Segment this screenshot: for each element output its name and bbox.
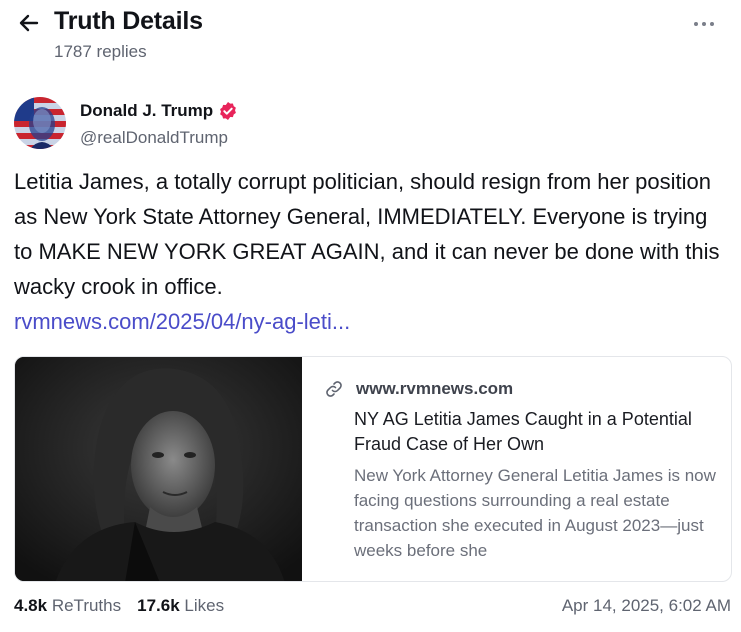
card-domain-row: www.rvmnews.com	[324, 379, 513, 399]
avatar-image	[14, 97, 66, 149]
retruths-label: ReTruths	[51, 596, 122, 615]
post-stats: 4.8k ReTruths 17.6k Likes	[14, 596, 240, 616]
author-name[interactable]: Donald J. Trump	[80, 101, 238, 121]
post-link[interactable]: rvmnews.com/2025/04/ny-ag-leti...	[14, 304, 350, 339]
back-button[interactable]	[14, 8, 44, 38]
likes-label: Likes	[184, 596, 225, 615]
card-description: New York Attorney General Letitia James …	[354, 466, 716, 560]
post-timestamp: Apr 14, 2025, 6:02 AM	[561, 596, 731, 615]
card-body: www.rvmnews.com NY AG Letitia James Caug…	[302, 357, 731, 581]
page-title: Truth Details	[54, 7, 203, 35]
likes-count: 17.6k	[137, 596, 180, 615]
link-preview-card[interactable]: www.rvmnews.com NY AG Letitia James Caug…	[14, 356, 732, 582]
link-icon	[326, 381, 342, 397]
card-domain: www.rvmnews.com	[356, 379, 514, 398]
reply-count: 1787 replies	[54, 42, 147, 61]
verified-badge-icon	[220, 102, 237, 120]
retruths-stat[interactable]: 4.8k ReTruths	[14, 596, 121, 616]
portrait-photo	[15, 357, 302, 581]
header: Truth Details 1787 replies	[0, 0, 741, 75]
arrow-left-icon	[19, 14, 39, 32]
truth-details-page: Truth Details 1787 replies Donald J. Tru…	[0, 0, 741, 632]
author-name-text: Donald J. Trump	[80, 101, 214, 120]
likes-stat[interactable]: 17.6k Likes	[137, 596, 224, 616]
retruths-count: 4.8k	[14, 596, 48, 615]
post-text: Letitia James, a totally corrupt politic…	[14, 169, 720, 299]
avatar[interactable]	[14, 97, 66, 149]
more-options-button[interactable]	[689, 10, 719, 38]
card-image	[15, 357, 302, 581]
author-handle[interactable]: @realDonaldTrump	[80, 128, 228, 148]
ellipsis-icon	[694, 22, 698, 26]
card-title: NY AG Letitia James Caught in a Potentia…	[354, 409, 692, 454]
